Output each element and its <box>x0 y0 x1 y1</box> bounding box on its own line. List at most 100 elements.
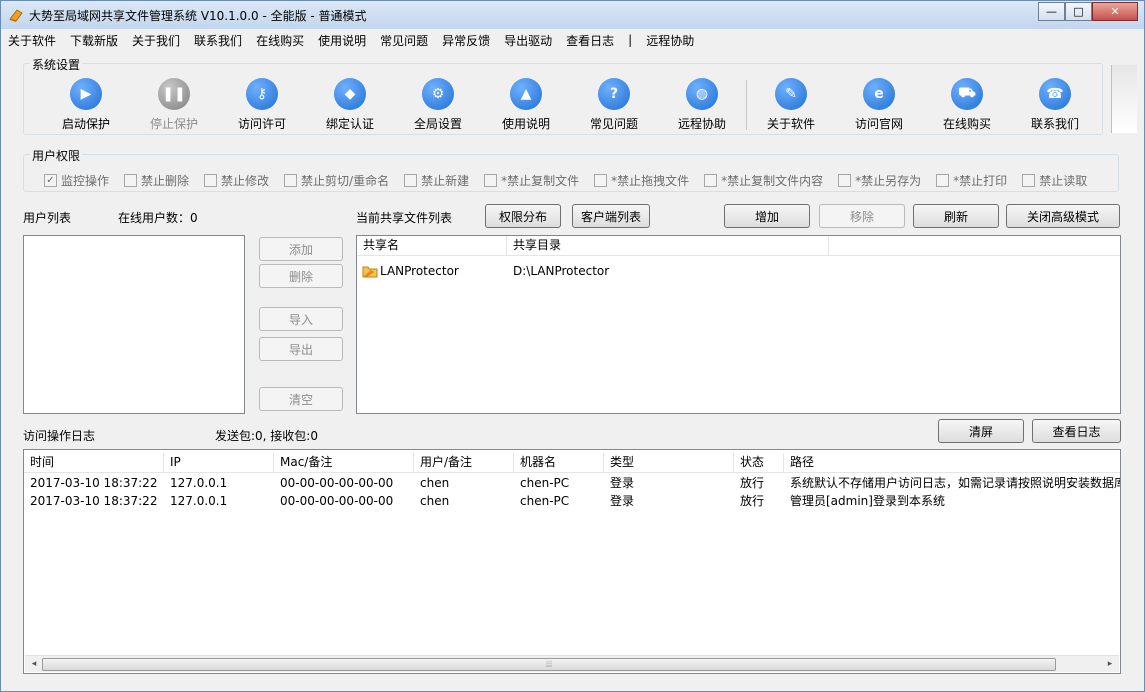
permission-checkbox[interactable]: 禁止新建 <box>404 172 469 189</box>
share-remove-button[interactable]: 移除 <box>819 204 905 228</box>
toolbar-button-label: 常见问题 <box>589 117 638 131</box>
permission-checkbox[interactable]: 禁止修改 <box>204 172 269 189</box>
col-time[interactable]: 时间 <box>24 453 164 472</box>
col-path[interactable]: 路径 <box>784 453 1120 472</box>
share-name: LANProtector <box>380 264 459 278</box>
scroll-thumb[interactable]: ⦙⦙⦙ <box>42 658 1056 671</box>
col-machine[interactable]: 机器名 <box>514 453 604 472</box>
permission-label: *禁止打印 <box>953 174 1008 188</box>
log-machine: chen-PC <box>520 476 570 490</box>
user-add-button[interactable]: 添加 <box>259 237 343 261</box>
menu-about-software[interactable]: 关于软件 <box>8 32 56 49</box>
menu-contact[interactable]: 联系我们 <box>194 32 242 49</box>
col-ip[interactable]: IP <box>164 453 274 472</box>
col-status[interactable]: 状态 <box>734 453 784 472</box>
col-share-name[interactable]: 共享名 <box>357 236 507 255</box>
share-list[interactable]: 共享名 共享目录 LANProtector D:\LANProtector <box>356 235 1121 414</box>
toolbar-button-pause[interactable]: ❚❚ 停止保护 <box>130 76 218 132</box>
log-type: 登录 <box>610 494 635 508</box>
client-list-button[interactable]: 客户端列表 <box>572 204 650 228</box>
toolbar-button-phone[interactable]: ☎ 联系我们 <box>1011 76 1099 132</box>
toolbar-button-label: 在线购买 <box>942 117 991 131</box>
col-mac[interactable]: Mac/备注 <box>274 453 414 472</box>
permission-checkbox[interactable]: 禁止删除 <box>124 172 189 189</box>
user-list[interactable] <box>23 235 245 414</box>
toolbar-button-globe[interactable]: ◍ 远程协助 <box>658 76 746 132</box>
toolbar-button-label: 联系我们 <box>1030 117 1079 131</box>
user-export-button[interactable]: 导出 <box>259 337 343 361</box>
user-clear-button[interactable]: 清空 <box>259 387 343 411</box>
play-icon: ▶ <box>70 78 102 110</box>
checkbox-checked-icon[interactable]: ✓ <box>44 174 57 187</box>
permission-distribution-button[interactable]: 权限分布 <box>485 204 561 228</box>
restore-button[interactable]: □ <box>1065 2 1092 21</box>
app-logo-icon <box>9 9 23 22</box>
checkbox-unchecked-icon[interactable] <box>838 174 852 187</box>
toolbar-button-question[interactable]: ? 常见问题 <box>570 76 658 132</box>
checkbox-unchecked-icon[interactable] <box>484 174 498 187</box>
access-log-grid[interactable]: 时间 IP Mac/备注 用户/备注 机器名 类型 状态 路径 2017-03-… <box>23 449 1121 674</box>
clear-screen-button[interactable]: 清屏 <box>938 419 1024 443</box>
permission-checkbox[interactable]: *禁止打印 <box>936 172 1007 189</box>
ie-browser-icon: e <box>863 78 895 110</box>
toolbar-button-key[interactable]: ⚷ 访问许可 <box>218 76 306 132</box>
col-share-dir[interactable]: 共享目录 <box>507 236 829 255</box>
checkbox-unchecked-icon[interactable] <box>594 174 608 187</box>
permission-checkbox[interactable]: *禁止复制文件 <box>484 172 579 189</box>
log-user: chen <box>420 476 450 490</box>
toolbar-button-document[interactable]: ✎ 关于软件 <box>747 76 835 132</box>
menu-buy-online[interactable]: 在线购买 <box>256 32 304 49</box>
log-horizontal-scrollbar[interactable]: ◂ ⦙⦙⦙ ▸ <box>25 655 1119 672</box>
checkbox-unchecked-icon[interactable] <box>204 174 218 187</box>
toolbar-button-graduation-cap[interactable]: ▲ 使用说明 <box>482 76 570 132</box>
menu-faq[interactable]: 常见问题 <box>380 32 428 49</box>
log-time: 2017-03-10 18:37:22 <box>30 476 158 490</box>
title-bar[interactable]: 大势至局域网共享文件管理系统 V10.1.0.0 - 全能版 - 普通模式 — … <box>1 1 1144 29</box>
toolbar-button-gear[interactable]: ⚙ 全局设置 <box>394 76 482 132</box>
system-settings-group: 系统设置 ▶ 启动保护 ❚❚ 停止保护 ⚷ 访问许可 ◆ 绑定认证 ⚙ 全局设置 ▲ 使用说明? 常见问… <box>23 56 1103 135</box>
menu-remote-assist[interactable]: 远程协助 <box>646 32 694 49</box>
checkbox-unchecked-icon[interactable] <box>936 174 950 187</box>
log-row[interactable]: 2017-03-10 18:37:22 127.0.0.1 00-00-00-0… <box>24 492 1120 510</box>
view-log-button[interactable]: 查看日志 <box>1032 419 1121 443</box>
col-type[interactable]: 类型 <box>604 453 734 472</box>
close-advanced-mode-button[interactable]: 关闭高级模式 <box>1006 204 1120 228</box>
permission-checkbox[interactable]: *禁止拖拽文件 <box>594 172 689 189</box>
menu-manual[interactable]: 使用说明 <box>318 32 366 49</box>
checkbox-unchecked-icon[interactable] <box>404 174 418 187</box>
checkbox-unchecked-icon[interactable] <box>1022 174 1036 187</box>
toolbar-button-cart[interactable]: ⛟ 在线购买 <box>923 76 1011 132</box>
menu-export-driver[interactable]: 导出驱动 <box>504 32 552 49</box>
permissions-group: 用户权限 ✓ 监控操作 禁止删除 禁止修改 禁止剪切/重命名 禁止新建 *禁止复制文件 *禁止… <box>23 147 1119 192</box>
scroll-right-icon[interactable]: ▸ <box>1103 658 1117 671</box>
packet-counter: 发送包:0, 接收包:0 <box>215 429 318 443</box>
share-refresh-button[interactable]: 刷新 <box>913 204 999 228</box>
minimize-button[interactable]: — <box>1038 2 1065 21</box>
user-delete-button[interactable]: 删除 <box>259 264 343 288</box>
share-row[interactable]: LANProtector D:\LANProtector <box>357 262 1120 280</box>
toolbar-button-shield[interactable]: ◆ 绑定认证 <box>306 76 394 132</box>
permission-checkbox[interactable]: *禁止复制文件内容 <box>704 172 823 189</box>
col-user[interactable]: 用户/备注 <box>414 453 514 472</box>
permissions-row: ✓ 监控操作 禁止删除 禁止修改 禁止剪切/重命名 禁止新建 *禁止复制文件 *禁止拖拽文件 *… <box>44 172 1102 189</box>
menu-download[interactable]: 下载新版 <box>70 32 118 49</box>
checkbox-unchecked-icon[interactable] <box>704 174 718 187</box>
graduation-cap-icon: ▲ <box>510 78 542 110</box>
menu-feedback[interactable]: 异常反馈 <box>442 32 490 49</box>
permission-checkbox[interactable]: *禁止另存为 <box>838 172 921 189</box>
checkbox-unchecked-icon[interactable] <box>284 174 298 187</box>
share-add-button[interactable]: 增加 <box>724 204 810 228</box>
menu-about-us[interactable]: 关于我们 <box>132 32 180 49</box>
scroll-left-icon[interactable]: ◂ <box>27 658 41 671</box>
permission-checkbox[interactable]: 禁止剪切/重命名 <box>284 172 389 189</box>
toolbar-button-ie-browser[interactable]: e 访问官网 <box>835 76 923 132</box>
close-button[interactable]: ✕ <box>1092 2 1138 21</box>
menu-view-log[interactable]: 查看日志 <box>566 32 614 49</box>
toolbar-button-play[interactable]: ▶ 启动保护 <box>42 76 130 132</box>
log-row[interactable]: 2017-03-10 18:37:22 127.0.0.1 00-00-00-0… <box>24 474 1120 492</box>
permission-checkbox[interactable]: ✓ 监控操作 <box>44 172 109 189</box>
user-import-button[interactable]: 导入 <box>259 307 343 331</box>
permission-checkbox[interactable]: 禁止读取 <box>1022 172 1087 189</box>
log-header: 时间 IP Mac/备注 用户/备注 机器名 类型 状态 路径 <box>24 453 1120 473</box>
checkbox-unchecked-icon[interactable] <box>124 174 138 187</box>
